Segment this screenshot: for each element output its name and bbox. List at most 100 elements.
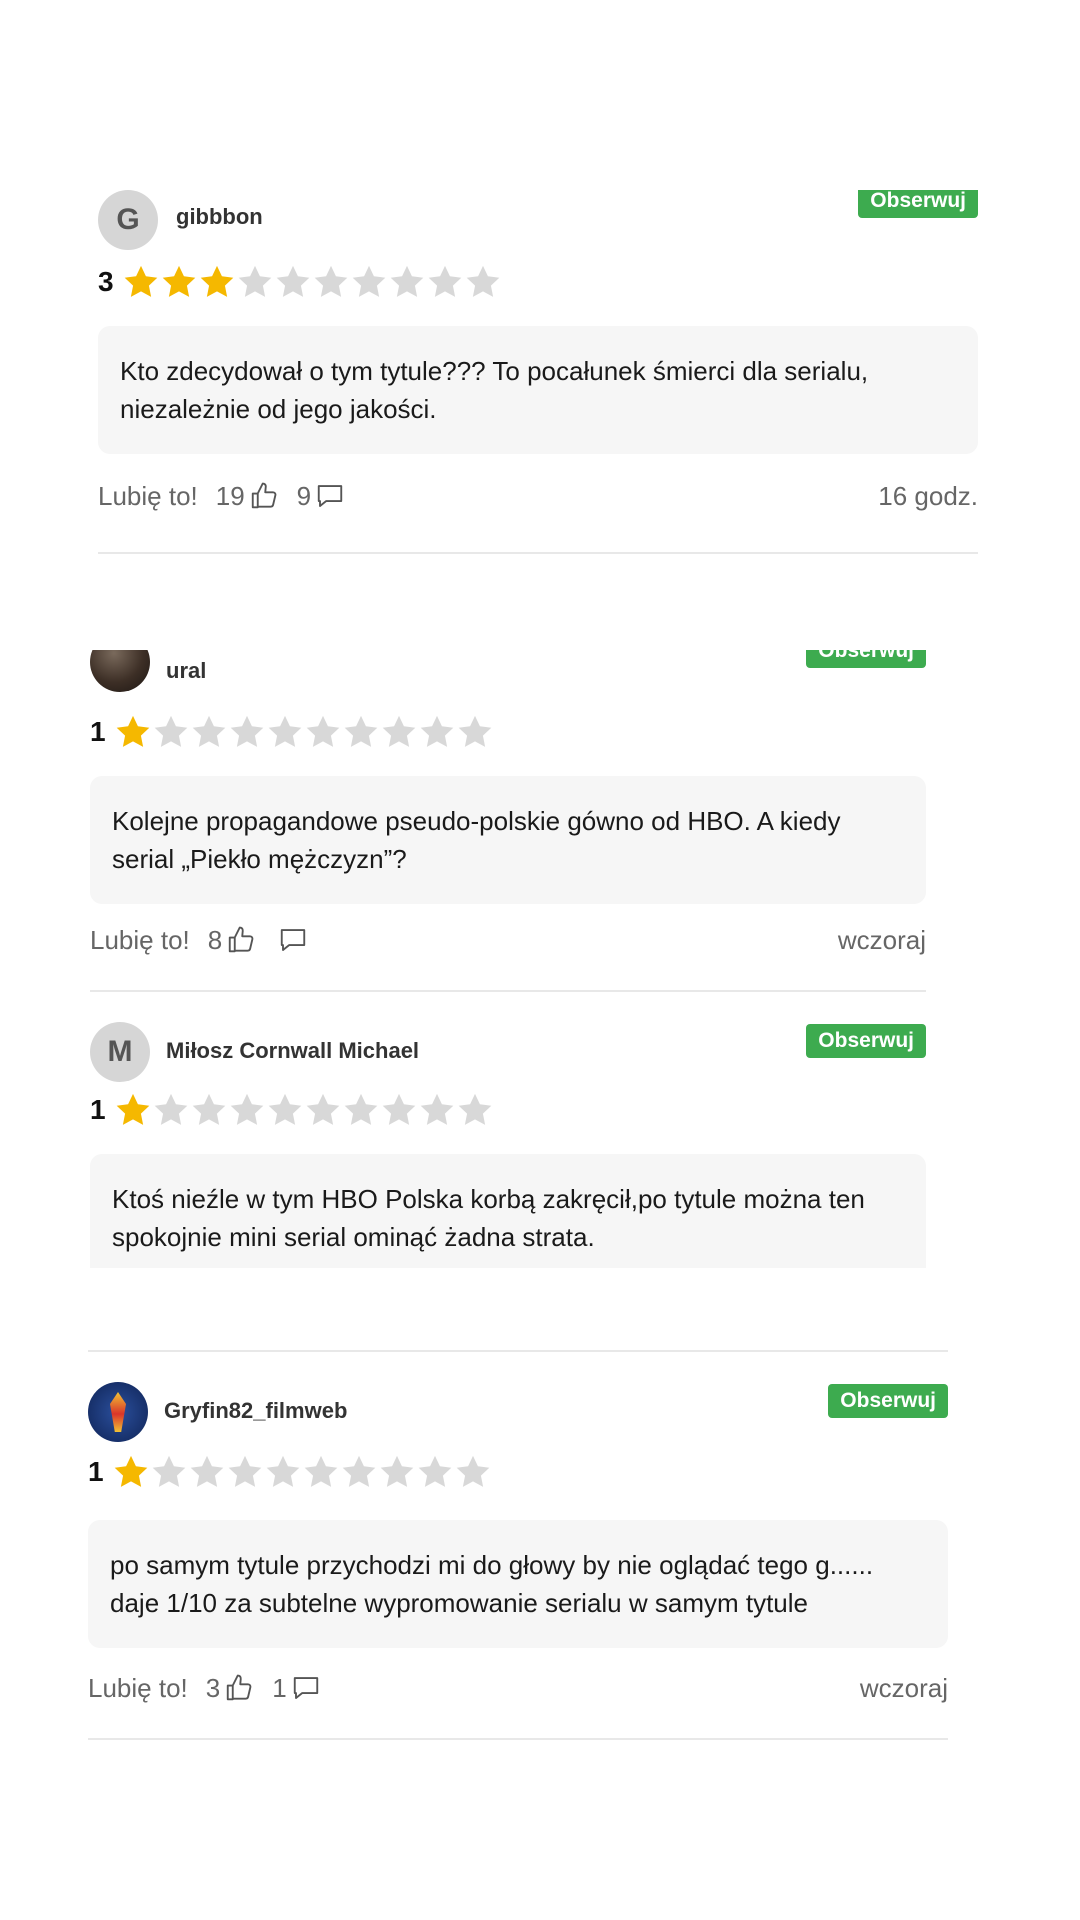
divider: [98, 552, 978, 554]
star-empty-icon: [152, 1091, 190, 1129]
divider: [88, 1738, 948, 1740]
star-empty-icon: [190, 1091, 228, 1129]
review-card: G gibbbon Obserwuj 3 Kto zdecydował o ty…: [98, 190, 978, 560]
star-filled-icon: [198, 263, 236, 301]
star-empty-icon: [304, 713, 342, 751]
star-empty-icon: [312, 263, 350, 301]
star-empty-icon: [380, 713, 418, 751]
rating-row: 3: [98, 260, 502, 304]
avatar[interactable]: [88, 1382, 148, 1442]
star-empty-icon: [274, 263, 312, 301]
username[interactable]: Gryfin82_filmweb: [164, 1398, 347, 1424]
star-empty-icon: [342, 713, 380, 751]
divider: [90, 990, 926, 992]
rating-value: 1: [88, 1456, 104, 1487]
follow-button[interactable]: Obserwuj: [806, 1024, 926, 1058]
review-card: M Miłosz Cornwall Michael Obserwuj 1 Kto…: [90, 1022, 926, 1268]
emblem-icon: [110, 1392, 126, 1432]
star-empty-icon: [264, 1453, 302, 1491]
star-empty-icon: [226, 1453, 264, 1491]
rating-row: 1: [88, 1450, 492, 1494]
star-empty-icon: [456, 713, 494, 751]
follow-button[interactable]: Obserwuj: [806, 650, 926, 668]
timestamp: wczoraj: [859, 1672, 948, 1703]
star-empty-icon: [378, 1453, 416, 1491]
star-rating: [114, 713, 494, 751]
star-empty-icon: [302, 1453, 340, 1491]
rating-value: 3: [98, 266, 114, 297]
username[interactable]: Miłosz Cornwall Michael: [166, 1038, 419, 1064]
review-header: G gibbbon Obserwuj: [98, 190, 978, 254]
like-count: 8: [207, 924, 223, 955]
star-empty-icon: [304, 1091, 342, 1129]
star-filled-icon: [112, 1453, 150, 1491]
username[interactable]: gibbbon: [176, 204, 263, 230]
star-empty-icon: [236, 263, 274, 301]
star-empty-icon: [228, 713, 266, 751]
reply-count: 9: [296, 480, 312, 511]
star-rating: [122, 263, 502, 301]
star-empty-icon: [380, 1091, 418, 1129]
star-empty-icon: [426, 263, 464, 301]
like-count: 19: [215, 480, 245, 511]
follow-button[interactable]: Obserwuj: [858, 190, 978, 218]
star-empty-icon: [456, 1091, 494, 1129]
star-empty-icon: [418, 1091, 456, 1129]
comment-text: Kolejne propagandowe pseudo-polskie gówn…: [90, 776, 926, 904]
star-empty-icon: [342, 1091, 380, 1129]
review-header: Gryfin82_filmweb Obserwuj: [88, 1382, 948, 1446]
comment-text: po samym tytule przychodzi mi do głowy b…: [88, 1520, 948, 1648]
review-footer: Lubię to! 8 wczoraj: [90, 920, 926, 960]
star-empty-icon: [190, 713, 228, 751]
review-header: M Miłosz Cornwall Michael Obserwuj: [90, 1022, 926, 1086]
star-empty-icon: [418, 713, 456, 751]
star-empty-icon: [188, 1453, 226, 1491]
review-card: Gryfin82_filmweb Obserwuj 1 po samym tyt…: [88, 1350, 948, 1742]
star-filled-icon: [122, 263, 160, 301]
comment-icon[interactable]: [315, 481, 345, 511]
rating-value: 1: [90, 716, 106, 747]
timestamp: wczoraj: [837, 924, 926, 955]
like-button[interactable]: Lubię to!: [98, 481, 198, 512]
like-button[interactable]: Lubię to!: [88, 1673, 188, 1704]
comment-text: Kto zdecydował o tym tytule??? To pocału…: [98, 326, 978, 454]
star-empty-icon: [340, 1453, 378, 1491]
like-button[interactable]: Lubię to!: [90, 925, 190, 956]
username[interactable]: ural: [166, 658, 206, 684]
star-empty-icon: [350, 263, 388, 301]
thumbs-up-icon[interactable]: [224, 1673, 254, 1703]
star-empty-icon: [150, 1453, 188, 1491]
rating-row: 1: [90, 710, 494, 754]
star-empty-icon: [152, 713, 190, 751]
timestamp: 16 godz.: [878, 480, 978, 511]
review-card: ural Obserwuj 1 Kolejne propagandowe pse…: [90, 650, 926, 994]
reply-count: 1: [272, 1672, 287, 1703]
avatar[interactable]: M: [90, 1022, 150, 1082]
divider: [88, 1350, 948, 1352]
star-filled-icon: [114, 1091, 152, 1129]
thumbs-up-icon[interactable]: [249, 481, 279, 511]
comment-icon[interactable]: [278, 925, 308, 955]
star-empty-icon: [266, 713, 304, 751]
rating-row: 1: [90, 1088, 494, 1132]
star-empty-icon: [464, 263, 502, 301]
rating-value: 1: [90, 1094, 106, 1125]
comment-icon[interactable]: [291, 1673, 321, 1703]
star-filled-icon: [114, 713, 152, 751]
star-rating: [114, 1091, 494, 1129]
review-footer: Lubię to! 3 1 wczoraj: [88, 1668, 948, 1708]
comment-text: Ktoś nieźle w tym HBO Polska korbą zakrę…: [90, 1154, 926, 1268]
review-footer: Lubię to! 19 9 16 godz.: [98, 476, 978, 516]
star-empty-icon: [416, 1453, 454, 1491]
star-rating: [112, 1453, 492, 1491]
star-empty-icon: [454, 1453, 492, 1491]
star-empty-icon: [388, 263, 426, 301]
thumbs-up-icon[interactable]: [226, 925, 256, 955]
follow-button[interactable]: Obserwuj: [828, 1384, 948, 1418]
star-empty-icon: [266, 1091, 304, 1129]
review-header: ural Obserwuj: [90, 650, 926, 714]
avatar[interactable]: [90, 650, 150, 692]
star-empty-icon: [228, 1091, 266, 1129]
avatar[interactable]: G: [98, 190, 158, 250]
star-filled-icon: [160, 263, 198, 301]
